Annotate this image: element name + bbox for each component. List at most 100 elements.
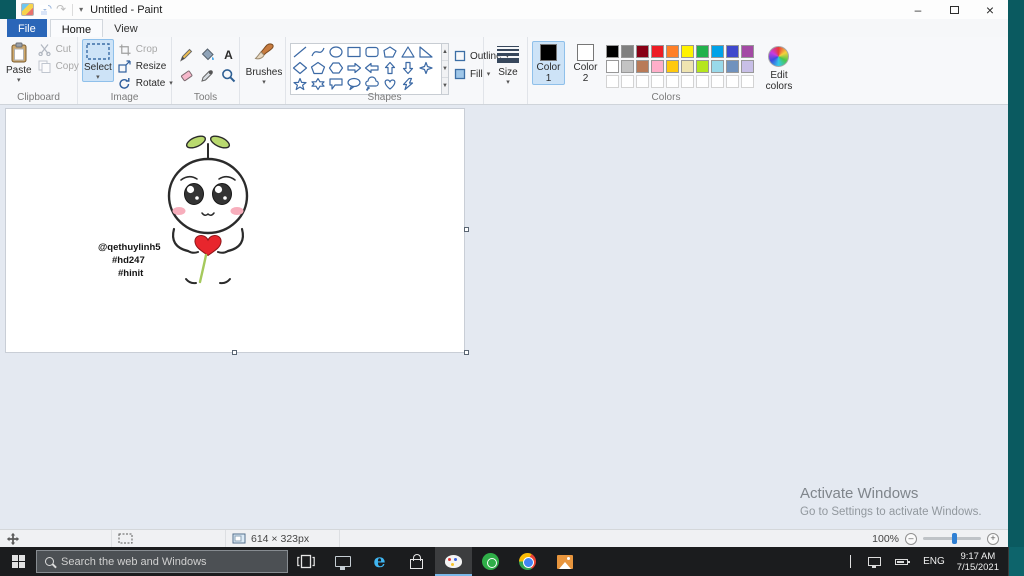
taskbar-app-paint[interactable] xyxy=(435,547,472,576)
dropdown-arrow-icon: ▾ xyxy=(17,77,21,84)
color-swatch[interactable] xyxy=(650,60,664,73)
shape-heart xyxy=(384,79,396,90)
color-swatch[interactable] xyxy=(635,45,649,58)
taskbar: ENG 9:17 AM 7/15/2021 xyxy=(0,547,1024,576)
redo-button[interactable]: ↷ xyxy=(56,3,66,16)
minimize-button[interactable]: – xyxy=(900,0,936,19)
activate-line1: Activate Windows xyxy=(800,485,919,502)
customize-qat-button[interactable]: ▾ xyxy=(79,5,83,14)
color-swatch[interactable] xyxy=(725,60,739,73)
canvas-resize-handle-bottom[interactable] xyxy=(232,350,237,355)
brushes-button[interactable]: Brushes ▾ xyxy=(244,39,284,87)
color-swatch[interactable] xyxy=(635,60,649,73)
cut-button[interactable]: Cut xyxy=(36,43,81,56)
taskbar-app-chrome[interactable] xyxy=(509,547,546,576)
paint-app-icon[interactable] xyxy=(21,3,34,16)
custom-color-slot[interactable] xyxy=(725,75,739,88)
tray-expand-button[interactable] xyxy=(844,554,861,568)
custom-color-slot[interactable] xyxy=(650,75,664,88)
zoom-out-button[interactable]: – xyxy=(905,532,917,545)
resize-button[interactable]: Resize xyxy=(116,60,175,73)
taskbar-app-photos[interactable] xyxy=(546,547,583,576)
fill-icon xyxy=(454,68,466,80)
taskbar-search[interactable] xyxy=(36,550,288,573)
tab-file[interactable]: File xyxy=(7,19,47,37)
rotate-button[interactable]: Rotate ▾ xyxy=(116,77,175,90)
group-label-colors: Colors xyxy=(651,92,681,103)
custom-color-slot[interactable] xyxy=(680,75,694,88)
color-swatch[interactable] xyxy=(710,60,724,73)
search-icon xyxy=(45,557,54,566)
custom-color-slot[interactable] xyxy=(710,75,724,88)
taskbar-app-monitor[interactable] xyxy=(324,547,361,576)
custom-color-slot[interactable] xyxy=(635,75,649,88)
close-button[interactable]: × xyxy=(972,0,1008,19)
color-swatch[interactable] xyxy=(725,45,739,58)
tab-home[interactable]: Home xyxy=(49,19,104,37)
custom-color-slot[interactable] xyxy=(695,75,709,88)
color2-button[interactable]: Color 2 xyxy=(569,41,602,85)
eraser-tool-button[interactable] xyxy=(176,65,196,85)
color-swatch[interactable] xyxy=(680,45,694,58)
app-icon xyxy=(410,554,423,569)
shape-gallery[interactable] xyxy=(290,43,442,95)
language-indicator[interactable]: ENG xyxy=(915,556,953,567)
shapes-scroll-down-button[interactable]: ▼ xyxy=(442,61,448,78)
tray-display-button[interactable] xyxy=(861,547,888,576)
color-swatch[interactable] xyxy=(605,60,619,73)
crop-button[interactable]: Crop xyxy=(116,43,175,56)
tray-battery-button[interactable] xyxy=(888,547,915,576)
system-tray: ENG 9:17 AM 7/15/2021 xyxy=(844,547,1024,576)
color-swatch[interactable] xyxy=(710,45,724,58)
color-swatch[interactable] xyxy=(665,60,679,73)
fill-tool-button[interactable] xyxy=(197,44,217,64)
color-swatch[interactable] xyxy=(620,45,634,58)
resize-label: Resize xyxy=(135,61,167,72)
zoom-in-button[interactable]: + xyxy=(987,532,999,545)
edit-colors-button[interactable]: Edit colors xyxy=(758,41,800,93)
canvas-resize-handle-right[interactable] xyxy=(464,227,469,232)
magnifier-tool-button[interactable] xyxy=(218,65,238,85)
color-swatch[interactable] xyxy=(740,60,754,73)
taskbar-app-edge[interactable] xyxy=(361,547,398,576)
show-desktop-button[interactable] xyxy=(1008,547,1024,576)
taskbar-clock[interactable]: 9:17 AM 7/15/2021 xyxy=(953,551,1008,573)
custom-color-slot[interactable] xyxy=(665,75,679,88)
task-view-button[interactable] xyxy=(288,547,324,576)
taskbar-app-store[interactable] xyxy=(398,547,435,576)
color-swatch[interactable] xyxy=(680,60,694,73)
shapes-scroll-up-button[interactable]: ▲ xyxy=(442,44,448,61)
start-button[interactable] xyxy=(0,547,36,576)
color-swatch[interactable] xyxy=(605,45,619,58)
color-picker-tool-button[interactable] xyxy=(197,65,217,85)
rotate-label: Rotate xyxy=(135,78,166,89)
copy-label: Copy xyxy=(55,61,79,72)
select-button[interactable]: Select ▾ xyxy=(82,39,114,82)
paste-button[interactable]: Paste ▾ xyxy=(4,39,34,85)
drawing-canvas[interactable]: @qethuylinh5 #hd247 #hinit xyxy=(5,108,465,353)
maximize-button[interactable] xyxy=(936,0,972,19)
canvas-resize-handle-corner[interactable] xyxy=(464,350,469,355)
color-swatch[interactable] xyxy=(695,60,709,73)
color-swatch[interactable] xyxy=(650,45,664,58)
custom-color-slot[interactable] xyxy=(620,75,634,88)
color-swatch[interactable] xyxy=(665,45,679,58)
color1-button[interactable]: Color 1 xyxy=(532,41,565,85)
search-input[interactable] xyxy=(61,555,279,568)
color1-label: Color 1 xyxy=(536,62,561,84)
pencil-tool-button[interactable] xyxy=(176,44,196,64)
quick-access-toolbar: ↶ ↷ ▾ xyxy=(16,0,83,19)
color-swatch[interactable] xyxy=(740,45,754,58)
zoom-slider-thumb[interactable] xyxy=(952,533,957,544)
size-button[interactable]: Size ▾ xyxy=(488,39,528,87)
zoom-slider[interactable] xyxy=(923,533,981,544)
size-label: Size xyxy=(498,67,518,78)
custom-color-slot[interactable] xyxy=(605,75,619,88)
color-swatch[interactable] xyxy=(620,60,634,73)
copy-button[interactable]: Copy xyxy=(36,60,81,73)
taskbar-app-green[interactable] xyxy=(472,547,509,576)
text-tool-button[interactable]: A xyxy=(218,44,238,64)
color-swatch[interactable] xyxy=(695,45,709,58)
tab-view[interactable]: View xyxy=(103,19,149,37)
custom-color-slot[interactable] xyxy=(740,75,754,88)
